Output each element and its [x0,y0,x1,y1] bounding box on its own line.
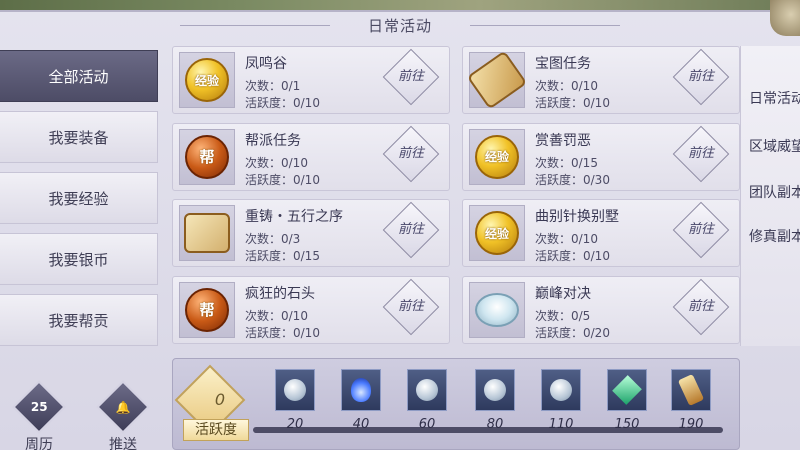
activity-points: 活跃度：0/10 [535,96,610,110]
activity-points: 活跃度：0/30 [535,172,610,187]
activity-name: 赏善罚恶 [535,132,591,149]
guild-coin-icon: 帮 [179,281,235,338]
reward-milestone[interactable]: 60 [407,369,447,432]
guild-coin-icon: 帮 [179,128,235,185]
exp-coin-icon: 经验 [179,52,235,108]
activity-name: 凤鸣谷 [245,56,287,72]
reward-milestone[interactable]: 190 [671,369,711,432]
page-title: 日常活动 [180,10,620,40]
right-item-daily[interactable]: 日常活动 [749,88,800,108]
activity-count: 次数：0/10 [535,232,598,246]
push-button[interactable]: 🔔 推送 [94,380,152,450]
go-button[interactable]: 前往 [672,201,730,259]
go-button[interactable]: 前往 [672,48,730,106]
calendar-icon: 25 [12,380,66,434]
activity-card: 帮 疯狂的石头 次数：0/10 活跃度：0/10 前往 [172,275,450,344]
milestone-number: 80 [486,417,504,432]
silver-coin-icon [275,369,315,411]
activity-progress-panel: 0 活跃度 20 40 60 80 110 150 190 [172,358,740,450]
activity-points: 活跃度：0/10 [245,325,320,340]
ring-icon [469,281,525,338]
activity-points: 活跃度：0/10 [245,172,320,187]
blue-flame-icon [341,369,381,411]
sidebar-item-silver[interactable]: 我要银币 [0,233,158,285]
right-item-region-prestige[interactable]: 区域威望 [749,136,800,156]
treasure-map-icon [179,205,235,261]
push-label: 推送 [109,437,137,450]
activity-count: 次数：0/15 [535,155,598,170]
bottom-shortcuts: 25 周历 🔔 推送 [10,380,152,450]
reward-milestone[interactable]: 80 [475,369,515,432]
green-gem-icon [607,369,647,411]
reward-milestone[interactable]: 110 [541,369,581,432]
reward-milestone[interactable]: 40 [341,369,381,432]
sidebar-item-all-activities[interactable]: 全部活动 [0,50,158,102]
milestone-number: 110 [548,417,574,432]
activity-name: 帮派任务 [245,132,301,149]
right-category-panel: 日常活动 区域威望 团队副本 修真副本 [740,46,800,346]
go-button[interactable]: 前往 [672,278,730,335]
activity-count: 次数：0/5 [535,308,591,323]
activity-card: 经验 凤鸣谷 次数：0/1 活跃度：0/10 前往 [172,46,450,114]
close-icon[interactable] [770,0,800,36]
scroll-icon [466,50,528,110]
activity-count: 次数：0/10 [245,308,308,323]
activity-name: 巅峰对决 [535,285,591,302]
crystal-ring-icon [475,369,515,411]
bell-icon: 🔔 [96,380,150,434]
activity-count: 次数：0/10 [245,155,308,170]
activity-card: 巅峰对决 次数：0/5 活跃度：0/20 前往 [462,275,740,344]
go-button[interactable]: 前往 [382,48,440,106]
activity-name: 宝图任务 [535,56,591,72]
exp-coin-icon: 经验 [469,128,525,185]
right-item-team-dungeon[interactable]: 团队副本 [749,182,800,202]
activity-card: 宝图任务 次数：0/10 活跃度：0/10 前往 [462,46,740,114]
activity-name: 疯狂的石头 [245,285,315,302]
scroll-icon [671,369,711,411]
activity-card: 经验 曲别针换别墅 次数：0/10 活跃度：0/10 前往 [462,199,740,267]
sidebar-item-guild-contribution[interactable]: 我要帮贡 [0,294,158,346]
calendar-button[interactable]: 25 周历 [10,380,68,450]
reward-milestone[interactable]: 20 [275,369,315,432]
activity-count: 次数：0/1 [245,79,301,93]
reward-milestone[interactable]: 150 [607,369,647,432]
activity-count: 次数：0/3 [245,232,301,246]
go-button[interactable]: 前往 [382,278,440,335]
activity-name: 曲别针换别墅 [535,209,619,225]
exp-coin-icon: 经验 [469,205,525,261]
activity-points: 活跃度：0/10 [535,249,610,263]
activity-value: 0 [214,390,226,409]
milestone-number: 40 [352,417,370,432]
go-button[interactable]: 前往 [382,201,440,259]
milestone-number: 190 [678,417,704,432]
category-sidebar: 全部活动 我要装备 我要经验 我要银币 我要帮贡 [0,50,160,355]
go-button[interactable]: 前往 [672,125,730,182]
activity-label: 活跃度 [183,419,249,441]
activity-points: 活跃度：0/10 [245,96,320,110]
milestone-number: 60 [418,417,436,432]
calendar-label: 周历 [25,437,53,450]
activity-points: 活跃度：0/15 [245,249,320,263]
activity-name: 重铸・五行之序 [245,209,343,225]
activity-count: 次数：0/10 [535,79,598,93]
go-button[interactable]: 前往 [382,125,440,182]
activity-card: 帮 帮派任务 次数：0/10 活跃度：0/10 前往 [172,122,450,191]
activity-grid: 经验 凤鸣谷 次数：0/1 活跃度：0/10 前往 宝图任务 次数：0/10 活… [172,46,740,346]
silver-coin-icon [541,369,581,411]
right-item-cultivation-dungeon[interactable]: 修真副本 [749,226,800,246]
silver-coin-icon [407,369,447,411]
activity-card: 重铸・五行之序 次数：0/3 活跃度：0/15 前往 [172,199,450,267]
activity-points: 活跃度：0/20 [535,325,610,340]
milestone-number: 20 [286,417,304,432]
sidebar-item-experience[interactable]: 我要经验 [0,172,158,224]
activity-card: 经验 赏善罚恶 次数：0/15 活跃度：0/30 前往 [462,122,740,191]
milestone-number: 150 [614,417,640,432]
sidebar-item-equipment[interactable]: 我要装备 [0,111,158,163]
